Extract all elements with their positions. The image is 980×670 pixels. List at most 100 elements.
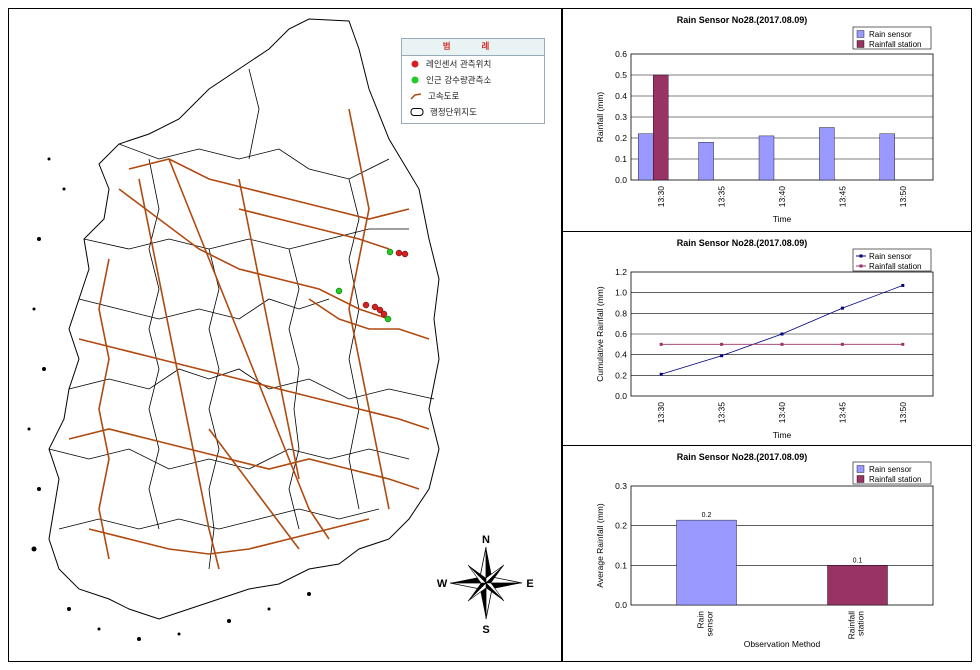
legend-label: Rainfall station bbox=[869, 475, 921, 484]
legend-label: 행정단위지도 bbox=[430, 108, 477, 118]
x-tick-label: sensor bbox=[705, 611, 715, 637]
compass-s: S bbox=[482, 624, 489, 636]
legend-label: 레인센서 관측위치 bbox=[426, 60, 492, 70]
legend-label: 인근 강수량관측소 bbox=[426, 76, 492, 86]
x-tick-label: 13:45 bbox=[837, 186, 847, 208]
bar bbox=[676, 519, 737, 606]
outline-box-icon bbox=[410, 108, 424, 116]
y-tick-label: 0.5 bbox=[615, 70, 627, 80]
y-tick-label: 0.2 bbox=[615, 133, 627, 143]
y-tick-label: 1.0 bbox=[615, 288, 627, 298]
bar bbox=[637, 133, 654, 181]
chart-title: Rain Sensor No28.(2017.08.09) bbox=[677, 15, 808, 25]
legend-title: 범 례 bbox=[402, 39, 544, 56]
y-tick-label: 0.6 bbox=[615, 329, 627, 339]
chart-title: Rain Sensor No28.(2017.08.09) bbox=[677, 452, 808, 462]
map-panel: N S E W 범 례 레인센서 관측위치 인근 강수량관측소 고속도로 행정단… bbox=[8, 8, 562, 662]
average-bar-chart-panel: 0.0 0.1 0.2 0.3 Rain Sensor No28.(2017.08.09… bbox=[562, 445, 972, 662]
legend-marker bbox=[859, 264, 863, 268]
legend-label: Rainfall station bbox=[869, 262, 921, 271]
data-label: 0.1 bbox=[853, 557, 863, 564]
y-tick-label: 0.2 bbox=[615, 370, 627, 380]
y-axis-label: Cumulative Rainfall (mm) bbox=[595, 286, 605, 382]
rain-sensor-marker bbox=[395, 249, 403, 257]
rain-sensor-marker bbox=[380, 310, 388, 318]
province-outline bbox=[48, 18, 440, 620]
data-point bbox=[901, 283, 905, 287]
x-tick-label: 13:45 bbox=[837, 402, 847, 424]
y-tick-label: 0.0 bbox=[615, 600, 627, 610]
rain-sensor-marker bbox=[401, 250, 409, 258]
y-tick-label: 0.4 bbox=[615, 91, 627, 101]
data-point bbox=[780, 332, 784, 336]
legend-item-rain-sensor: 레인센서 관측위치 bbox=[402, 56, 544, 72]
data-point bbox=[720, 354, 724, 358]
compass-w: W bbox=[437, 578, 448, 590]
legend-marker bbox=[859, 254, 863, 258]
rainfall-bar-chart: 0.0 0.1 0.2 0.3 0.4 0.5 0.6 Rain Sensor No28.(2… bbox=[595, 15, 934, 224]
y-tick-label: 0.0 bbox=[615, 391, 627, 401]
x-tick-label: 13:30 bbox=[656, 186, 666, 208]
bar bbox=[758, 135, 775, 181]
x-tick-label: 13:50 bbox=[898, 186, 908, 208]
x-tick-label: 13:35 bbox=[717, 186, 727, 208]
admin-boundaries bbox=[48, 68, 435, 570]
legend-label: Rain sensor bbox=[869, 30, 912, 39]
road-line-icon bbox=[410, 93, 422, 100]
x-axis-label: Time bbox=[773, 214, 792, 224]
chart-title: Rain Sensor No28.(2017.08.09) bbox=[677, 238, 808, 248]
data-point bbox=[720, 342, 724, 346]
y-axis-label: Average Rainfall (mm) bbox=[595, 503, 605, 588]
y-tick-label: 1.2 bbox=[615, 267, 627, 277]
rainfall-station-marker bbox=[386, 248, 394, 256]
cumulative-line-chart: 0.0 0.2 0.4 0.6 0.8 1.0 1.2 Rain Sensor No28.(2… bbox=[595, 238, 934, 440]
data-label: 0.2 bbox=[702, 512, 712, 519]
y-tick-label: 0.8 bbox=[615, 308, 627, 318]
data-point bbox=[780, 342, 784, 346]
data-point bbox=[659, 342, 663, 346]
plot-area bbox=[630, 485, 934, 606]
y-tick-label: 0.4 bbox=[615, 350, 627, 360]
compass-n: N bbox=[482, 534, 490, 546]
data-point bbox=[840, 306, 844, 310]
bar bbox=[827, 565, 888, 606]
legend-item-expressway: 고속도로 bbox=[402, 88, 544, 104]
y-tick-label: 0.3 bbox=[615, 481, 627, 491]
x-tick-label: 13:30 bbox=[656, 402, 666, 424]
islands bbox=[27, 157, 311, 641]
bar bbox=[652, 74, 669, 181]
legend-item-admin-map: 행정단위지도 bbox=[402, 104, 544, 120]
rain-sensor-marker bbox=[362, 301, 370, 309]
compass-rose-icon: N S E W bbox=[437, 534, 534, 636]
compass-e: E bbox=[526, 578, 533, 590]
legend-label: 고속도로 bbox=[428, 92, 460, 102]
data-point bbox=[659, 372, 663, 376]
y-tick-label: 0.0 bbox=[615, 175, 627, 185]
legend-swatch bbox=[856, 475, 865, 483]
legend-swatch bbox=[856, 465, 865, 473]
y-tick-label: 0.2 bbox=[615, 521, 627, 531]
bar bbox=[879, 133, 895, 181]
observation-points bbox=[335, 248, 409, 323]
expressways bbox=[68, 108, 430, 570]
x-tick-label: 13:35 bbox=[717, 402, 727, 424]
red-dot-icon bbox=[411, 60, 419, 68]
y-tick-label: 0.1 bbox=[615, 560, 627, 570]
data-point bbox=[901, 342, 905, 346]
legend-label: Rain sensor bbox=[869, 252, 912, 261]
legend-label: Rain sensor bbox=[869, 465, 912, 474]
y-tick-label: 0.6 bbox=[615, 49, 627, 59]
x-tick-label: 13:40 bbox=[777, 186, 787, 208]
y-tick-label: 0.3 bbox=[615, 112, 627, 122]
green-dot-icon bbox=[411, 76, 419, 84]
rainfall-station-marker bbox=[384, 315, 392, 323]
bar bbox=[698, 141, 714, 181]
y-tick-label: 0.1 bbox=[615, 154, 627, 164]
bar bbox=[819, 127, 835, 181]
legend-label: Rainfall station bbox=[869, 40, 921, 49]
cumulative-line-chart-panel: 0.0 0.2 0.4 0.6 0.8 1.0 1.2 Rain Sensor No28.(2… bbox=[562, 231, 972, 446]
x-axis-label: Time bbox=[773, 430, 792, 440]
map-legend: 범 례 레인센서 관측위치 인근 강수량관측소 고속도로 행정단위지도 bbox=[401, 38, 545, 124]
rainfall-station-marker bbox=[335, 287, 343, 295]
rainfall-bar-chart-panel: 0.0 0.1 0.2 0.3 0.4 0.5 0.6 Rain Sensor No28.(2… bbox=[562, 8, 972, 232]
